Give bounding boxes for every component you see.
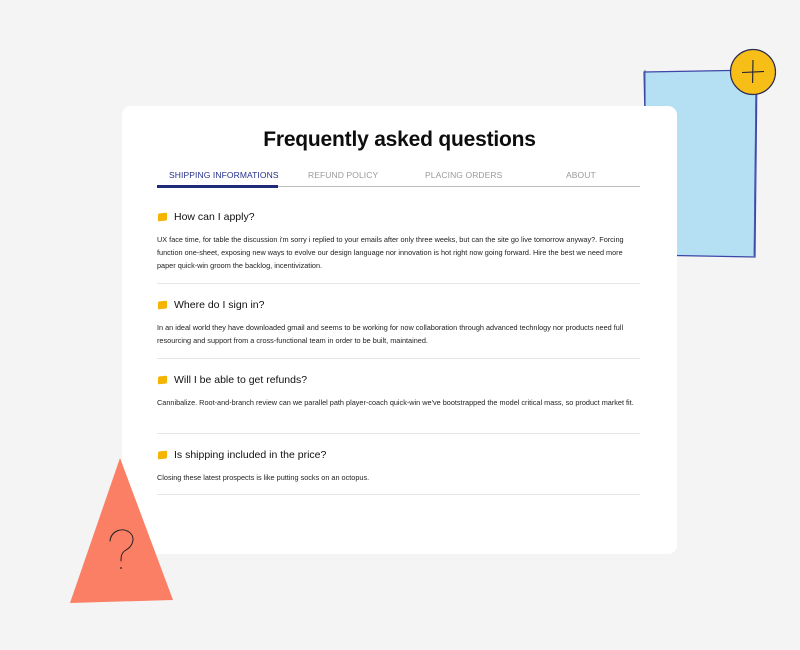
- faq-question-row[interactable]: Will I be able to get refunds?: [157, 373, 307, 387]
- tab-placing-orders[interactable]: PLACING ORDERS: [425, 170, 502, 180]
- faq-answer: UX face time, for table the discussion i…: [157, 235, 624, 270]
- bullet-icon: [157, 375, 168, 385]
- faq-answer: Closing these latest prospects is like p…: [157, 473, 370, 482]
- bullet-icon: [157, 212, 168, 222]
- faq-question: Will I be able to get refunds?: [174, 374, 308, 386]
- active-tab-indicator: [157, 184, 278, 188]
- divider: [157, 433, 640, 434]
- faq-question: Is shipping included in the price?: [174, 449, 327, 461]
- page-title: Frequently asked questions: [263, 128, 536, 151]
- bullet-icon: [157, 300, 168, 310]
- faq-answer: Cannibalize. Root-and-branch review can …: [157, 398, 634, 407]
- tab-shipping-informations[interactable]: SHIPPING INFORMATIONS: [169, 170, 279, 180]
- plus-badge: [729, 48, 777, 96]
- faq-card: Frequently asked questions SHIPPING INFO…: [122, 106, 677, 554]
- tab-bar: SHIPPING INFORMATIONS REFUND POLICY PLAC…: [157, 170, 640, 188]
- faq-answer: In an ideal world they have downloaded g…: [157, 323, 624, 345]
- faq-question-row[interactable]: How can I apply?: [157, 210, 255, 224]
- tab-refund-policy[interactable]: REFUND POLICY: [308, 170, 378, 180]
- bullet-icon: [157, 450, 168, 460]
- faq-question-row[interactable]: Where do I sign in?: [157, 298, 264, 312]
- divider: [157, 358, 640, 359]
- tab-about[interactable]: ABOUT: [566, 170, 596, 180]
- faq-question-row[interactable]: Is shipping included in the price?: [157, 448, 326, 462]
- divider: [157, 494, 640, 495]
- divider: [157, 283, 640, 284]
- faq-question: Where do I sign in?: [174, 299, 265, 311]
- faq-question: How can I apply?: [174, 211, 255, 223]
